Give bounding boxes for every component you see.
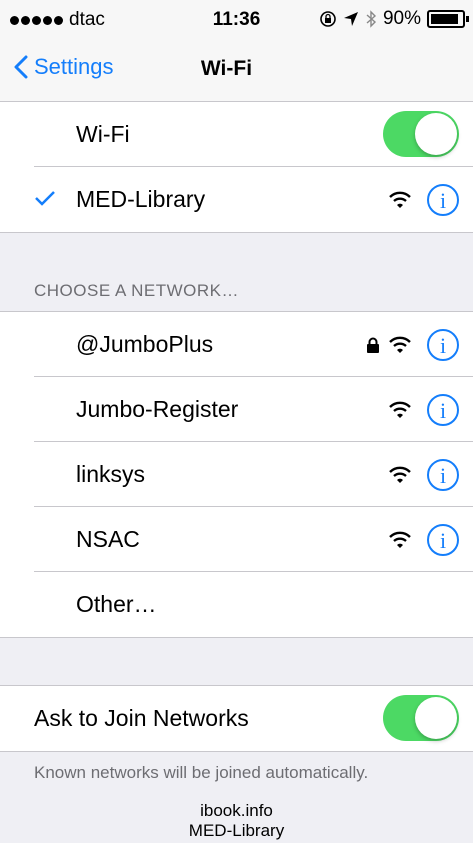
- ask-to-join-row: Ask to Join Networks: [0, 686, 473, 751]
- info-icon[interactable]: i: [427, 329, 459, 361]
- bluetooth-icon: [366, 10, 376, 28]
- checkmark-icon: [35, 191, 55, 206]
- caption-line-2: MED-Library: [188, 821, 285, 840]
- location-icon: [343, 12, 358, 26]
- other-network-row[interactable]: Other…: [0, 572, 473, 637]
- status-bar: dtac 11:36 90%: [0, 0, 473, 40]
- ask-to-join-toggle[interactable]: [383, 695, 459, 741]
- rotation-lock-icon: [320, 11, 336, 27]
- info-icon[interactable]: i: [427, 459, 459, 491]
- networks-group: @JumboPlus i Jumbo-Register i linksys i: [0, 311, 473, 638]
- caption-line-1: ibook.info: [200, 801, 273, 820]
- battery-icon: [427, 10, 469, 28]
- wifi-signal-icon: [389, 531, 411, 548]
- connected-network-name: MED-Library: [76, 186, 206, 212]
- battery-percent: 90%: [382, 8, 421, 29]
- wifi-group: Wi-Fi MED-Library i: [0, 102, 473, 233]
- navigation-bar: Settings Wi-Fi: [0, 40, 473, 102]
- lock-icon: [367, 337, 379, 353]
- bottom-caption: ibook.info MED-Library: [0, 786, 473, 843]
- wifi-label: Wi-Fi: [76, 121, 130, 147]
- network-row[interactable]: @JumboPlus i: [0, 312, 473, 377]
- wifi-signal-icon: [389, 336, 411, 353]
- wifi-signal-icon: [389, 191, 411, 208]
- connected-network-row[interactable]: MED-Library i: [0, 167, 473, 232]
- network-name: Jumbo-Register: [76, 396, 239, 422]
- ask-to-join-group: Ask to Join Networks: [0, 685, 473, 752]
- info-icon[interactable]: i: [427, 184, 459, 216]
- wifi-signal-icon: [389, 401, 411, 418]
- page-title: Wi-Fi: [200, 57, 253, 80]
- info-icon[interactable]: i: [427, 394, 459, 426]
- wifi-toggle[interactable]: [383, 111, 459, 157]
- network-row[interactable]: linksys i: [0, 442, 473, 507]
- other-network-label: Other…: [76, 591, 157, 617]
- network-name: linksys: [76, 461, 146, 487]
- section-header: CHOOSE A NETWORK…: [34, 281, 239, 300]
- ask-to-join-label: Ask to Join Networks: [34, 705, 249, 731]
- ask-to-join-footer: Known networks will be joined automatica…: [34, 763, 369, 782]
- network-row[interactable]: Jumbo-Register i: [0, 377, 473, 442]
- wifi-signal-icon: [389, 466, 411, 483]
- wifi-toggle-row: Wi-Fi: [0, 102, 473, 167]
- network-name: @JumboPlus: [76, 331, 214, 357]
- network-row[interactable]: NSAC i: [0, 507, 473, 572]
- status-indicators: 90%: [319, 8, 469, 30]
- network-name: NSAC: [76, 526, 140, 552]
- info-icon[interactable]: i: [427, 524, 459, 556]
